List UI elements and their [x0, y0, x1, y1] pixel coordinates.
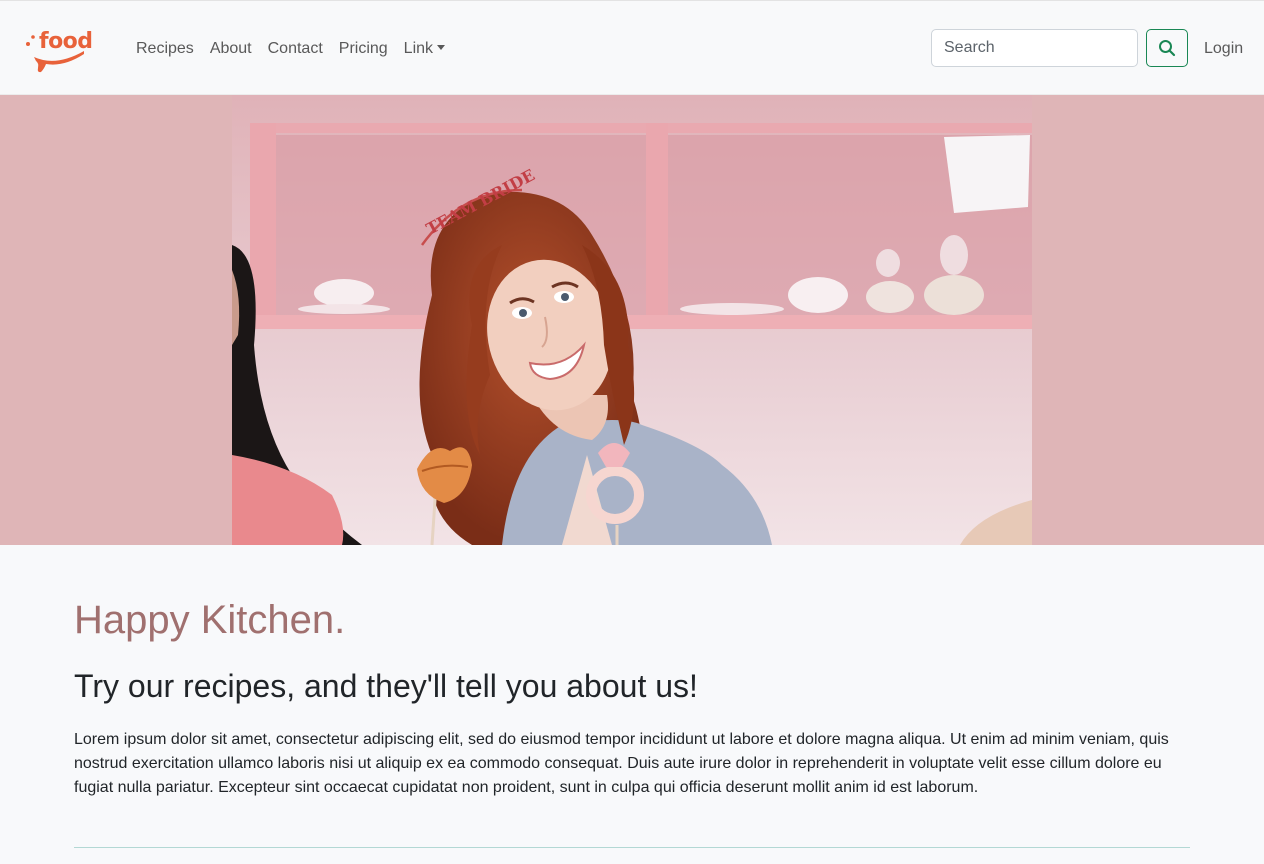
page-subheadline: Try our recipes, and they'll tell you ab… [74, 668, 698, 704]
login-link[interactable]: Login [1204, 38, 1243, 60]
nav-link-recipes[interactable]: Recipes [136, 38, 194, 60]
hero-image: TEAM BRIDE [232, 95, 1032, 545]
caret-down-icon [437, 45, 446, 50]
section-divider [74, 847, 1190, 848]
nav-dropdown-label: Link [403, 40, 434, 57]
nav-link-contact[interactable]: Contact [268, 38, 323, 60]
nav-link-pricing[interactable]: Pricing [339, 38, 388, 60]
nav-links: Recipes About Contact Pricing Link [136, 38, 461, 60]
intro-paragraph: Lorem ipsum dolor sit amet, consectetur … [74, 731, 1169, 796]
nav-link-about[interactable]: About [210, 38, 252, 60]
search-input[interactable] [931, 29, 1138, 67]
hero-banner: TEAM BRIDE [0, 95, 1264, 545]
search-icon [1159, 40, 1176, 57]
nav-dropdown-link[interactable]: Link [403, 38, 446, 60]
page-headline: Happy Kitchen. [74, 598, 346, 642]
hero-photo-illustration: TEAM BRIDE [232, 95, 1032, 545]
brand-logo[interactable]: food [26, 29, 93, 75]
logo-text: food [39, 29, 93, 54]
search-button[interactable] [1146, 29, 1188, 67]
navbar: food Recipes About Contact Pricing Link … [0, 0, 1264, 95]
